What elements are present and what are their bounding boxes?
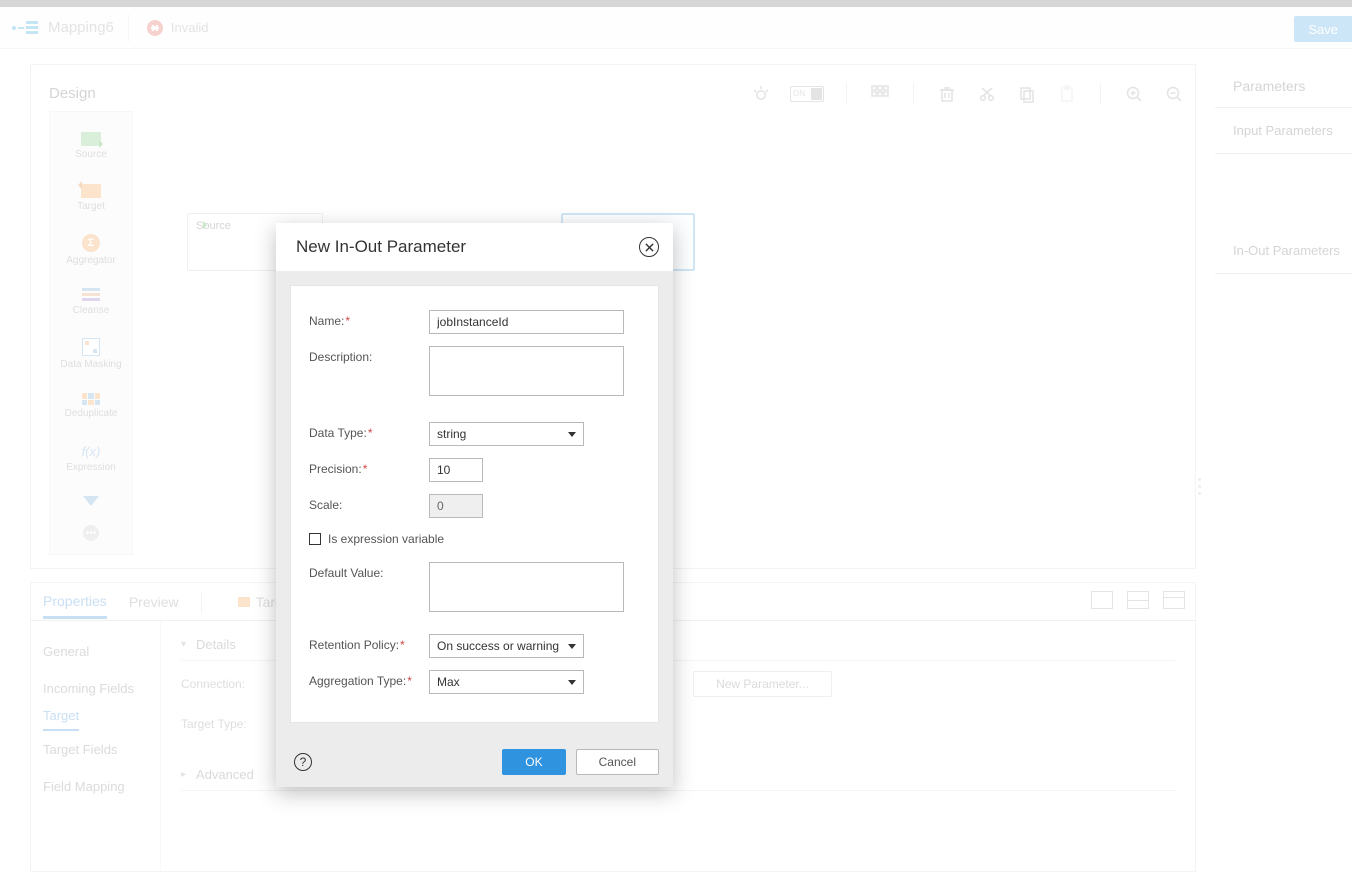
new-inout-parameter-dialog: New In-Out Parameter Name:* Description:… [276, 223, 673, 787]
scale-input [429, 494, 483, 518]
aggregation-value: Max [437, 675, 460, 689]
caret-down-icon [568, 432, 576, 437]
name-input[interactable] [429, 310, 624, 334]
checkbox-icon[interactable] [309, 533, 321, 545]
retention-label: Retention Policy:* [309, 634, 429, 652]
row-scale: Scale: [309, 488, 640, 524]
row-precision: Precision:* [309, 452, 640, 488]
row-name: Name:* [309, 304, 640, 340]
cancel-button[interactable]: Cancel [576, 749, 659, 775]
is-expression-label: Is expression variable [328, 532, 444, 546]
scale-label: Scale: [309, 494, 429, 512]
description-label: Description: [309, 346, 429, 364]
help-icon[interactable]: ? [294, 753, 312, 771]
data-type-label: Data Type:* [309, 422, 429, 440]
retention-value: On success or warning [437, 639, 559, 653]
dialog-footer: ? OK Cancel [276, 737, 673, 787]
name-label: Name:* [309, 310, 429, 328]
row-retention: Retention Policy:* On success or warning [309, 628, 640, 664]
aggregation-select[interactable]: Max [429, 670, 584, 694]
dialog-title: New In-Out Parameter [296, 237, 466, 257]
aggregation-label: Aggregation Type:* [309, 670, 429, 688]
modal-overlay [0, 0, 1352, 889]
row-description: Description: [309, 340, 640, 402]
default-value-input[interactable] [429, 562, 624, 612]
row-default-value: Default Value: [309, 556, 640, 618]
row-aggregation: Aggregation Type:* Max [309, 664, 640, 700]
data-type-value: string [437, 427, 466, 441]
caret-down-icon [568, 680, 576, 685]
data-type-select[interactable]: string [429, 422, 584, 446]
description-input[interactable] [429, 346, 624, 396]
precision-label: Precision:* [309, 458, 429, 476]
row-is-expression[interactable]: Is expression variable [309, 524, 640, 556]
ok-button[interactable]: OK [502, 749, 565, 775]
dialog-form: Name:* Description: Data Type:* string P… [290, 285, 659, 723]
caret-down-icon [568, 644, 576, 649]
row-data-type: Data Type:* string [309, 416, 640, 452]
precision-input[interactable] [429, 458, 483, 482]
dialog-title-bar: New In-Out Parameter [276, 223, 673, 271]
close-icon[interactable] [639, 237, 659, 257]
default-value-label: Default Value: [309, 562, 429, 580]
retention-select[interactable]: On success or warning [429, 634, 584, 658]
